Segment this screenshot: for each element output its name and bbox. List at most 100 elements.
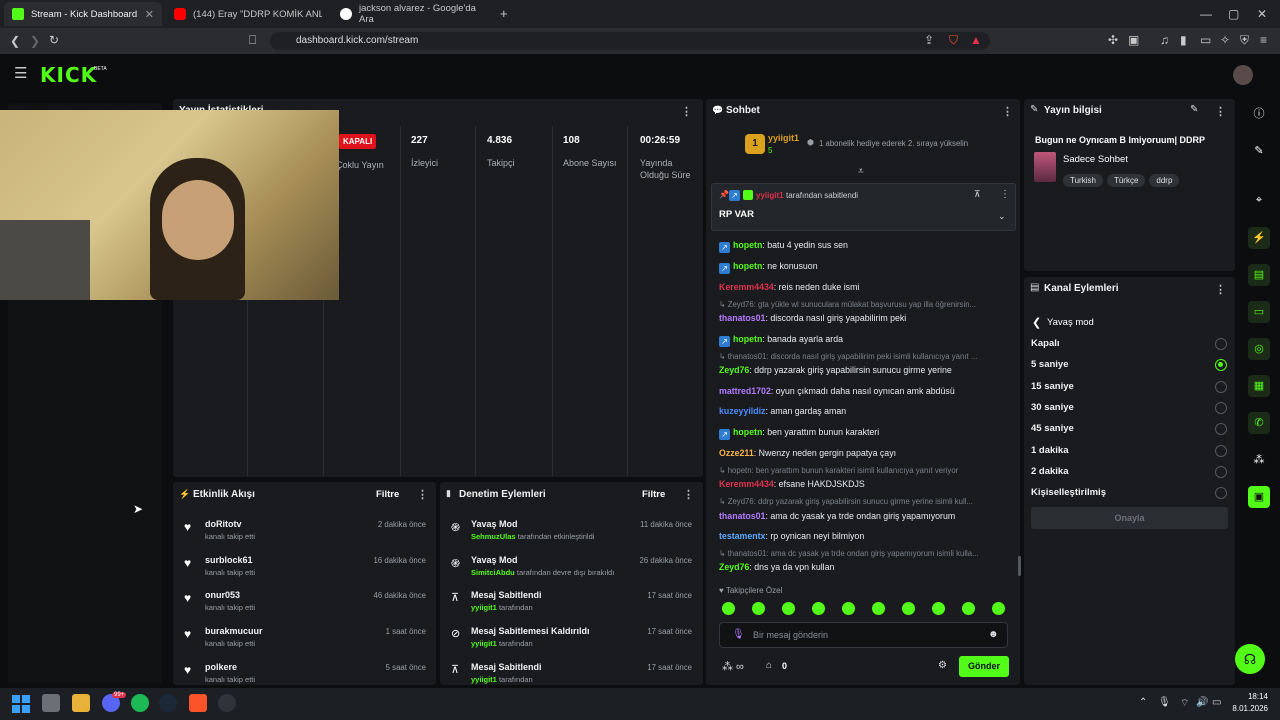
confirm-button[interactable]: Onayla — [1031, 507, 1228, 529]
battery-icon[interactable]: ▭ — [1212, 697, 1221, 708]
filter-button[interactable]: Filtre — [642, 489, 665, 500]
moderator-name[interactable]: yyiigit1 — [471, 603, 497, 612]
chat-username[interactable]: Keremm4434 — [719, 479, 774, 489]
reload-icon[interactable]: ↻ — [49, 34, 59, 46]
layout-icon[interactable]: ▦ — [1248, 375, 1270, 397]
category-name[interactable]: Sadece Sohbet — [1063, 154, 1128, 165]
radio-button[interactable] — [1215, 380, 1227, 393]
radio-button[interactable] — [1215, 487, 1227, 500]
microphone-icon[interactable]: 🎙 — [1158, 697, 1171, 708]
wrench-icon[interactable]: ✆ — [1248, 412, 1270, 434]
share-icon[interactable]: ⇪ — [924, 34, 934, 46]
note-icon[interactable]: ▤ — [1248, 264, 1270, 286]
chat-icon[interactable]: ▭ — [1248, 301, 1270, 323]
brave-shield-icon[interactable]: ⛉ — [949, 34, 958, 46]
radio-button[interactable] — [1215, 401, 1227, 414]
emote-icon[interactable] — [902, 602, 915, 615]
screenshot-icon[interactable]: ▣ — [1128, 34, 1139, 46]
slow-mode-option-label[interactable]: 5 saniye — [1031, 359, 1069, 370]
spotify-icon[interactable] — [131, 694, 149, 712]
chat-username[interactable]: Zeyd76 — [719, 365, 749, 375]
music-icon[interactable]: ♫ — [1160, 34, 1169, 46]
brave-icon[interactable] — [189, 694, 207, 712]
tag[interactable]: ddrp — [1149, 174, 1180, 187]
kick-logo[interactable]: KICK — [40, 63, 97, 87]
slow-mode-option-label[interactable]: 45 saniye — [1031, 423, 1074, 434]
emote-icon[interactable] — [782, 602, 795, 615]
extensions-icon[interactable]: ✣ — [1108, 34, 1118, 46]
radio-button[interactable] — [1215, 338, 1227, 350]
chat-username[interactable]: hopetn — [733, 334, 762, 344]
chat-username[interactable]: mattred1702 — [719, 386, 771, 396]
chat-username[interactable]: thanatos01 — [719, 511, 765, 521]
broadcast-icon[interactable]: ◎ — [1248, 338, 1270, 360]
brave-rewards-icon[interactable]: ▲ — [970, 34, 982, 46]
chat-username[interactable]: thanatos01 — [719, 313, 765, 323]
volume-icon[interactable]: 🔊 — [1196, 697, 1208, 708]
slow-mode-option-label[interactable]: 1 dakika — [1031, 445, 1069, 456]
chat-username[interactable]: Keremm4434 — [719, 282, 774, 292]
chat-username[interactable]: kuzeyyildiz — [719, 406, 765, 416]
new-tab-button[interactable]: + — [500, 7, 508, 20]
collapse-icon[interactable]: ⩡ — [858, 166, 864, 177]
pen-icon[interactable]: ✎ — [1248, 140, 1270, 162]
tag[interactable]: Türkçe — [1106, 174, 1146, 187]
chat-username[interactable]: Zeyd76 — [719, 562, 749, 572]
wifi-icon[interactable]: ⌔ — [1180, 697, 1189, 710]
emote-icon[interactable] — [962, 602, 975, 615]
emote-icon[interactable] — [812, 602, 825, 615]
app-icon[interactable] — [218, 694, 236, 712]
task-view-icon[interactable] — [42, 694, 60, 712]
chat-input[interactable]: 🎙 Bir mesaj gönderin ☻ — [719, 622, 1008, 648]
more-options-icon[interactable]: ⋮ — [1215, 105, 1226, 118]
forward-icon[interactable]: ❯ — [30, 35, 40, 47]
steam-icon[interactable] — [159, 694, 177, 712]
tab-kick-dashboard[interactable]: Stream - Kick Dashboard ✕ — [4, 2, 162, 26]
lightning-icon[interactable]: ⚡ — [1248, 227, 1270, 249]
slow-mode-option-label[interactable]: 15 saniye — [1031, 381, 1074, 392]
gift-box-icon[interactable]: ⌂ — [766, 660, 772, 671]
tab-youtube[interactable]: (144) Eray "DDRP KOMİK ANLAR 11. — [166, 2, 330, 26]
moderator-name[interactable]: yyiigit1 — [471, 639, 497, 648]
minimize-button[interactable]: — — [1200, 8, 1212, 20]
slow-mode-option-label[interactable]: Kapalı — [1031, 338, 1060, 349]
bookmark-icon[interactable]: ⎕ — [249, 34, 256, 46]
game-icon[interactable]: ▣ — [1248, 486, 1270, 508]
emote-icon[interactable] — [722, 602, 735, 615]
url-field[interactable]: dashboard.kick.com/stream — [270, 32, 990, 50]
chat-settings-icon[interactable]: ⚙ — [938, 660, 947, 671]
pinned-message[interactable]: 📌 ↗ yyiigit1 tarafından sabitlendi ⊼ ⋮ R… — [711, 183, 1016, 231]
close-window-button[interactable]: ✕ — [1257, 8, 1267, 20]
chat-username[interactable]: hopetn — [733, 240, 762, 250]
more-options-icon[interactable]: ⋮ — [1002, 105, 1013, 118]
tab-google[interactable]: jackson alvarez - Google'da Ara — [332, 2, 496, 26]
windows-start-icon[interactable] — [12, 695, 30, 713]
chevron-up-icon[interactable]: ⌃ — [1139, 697, 1147, 708]
menu-icon[interactable]: ≡ — [1260, 34, 1267, 46]
emote-icon[interactable] — [842, 602, 855, 615]
close-tab-icon[interactable]: ✕ — [145, 8, 154, 21]
chat-username[interactable]: hopetn — [733, 427, 762, 437]
avatar[interactable] — [1233, 65, 1253, 85]
top-gifter-name[interactable]: yyiigit1 — [768, 133, 799, 143]
edit-icon[interactable]: ✎ — [1190, 104, 1198, 115]
send-button[interactable]: Gönder — [959, 656, 1009, 677]
moderator-name[interactable]: yyiigit1 — [471, 675, 497, 684]
moderator-name[interactable]: SehmuzUlas — [471, 532, 516, 541]
sidebar-icon[interactable]: ▮ — [1180, 34, 1187, 46]
maximize-button[interactable]: ▢ — [1228, 8, 1239, 20]
hamburger-menu-icon[interactable]: ☰ — [14, 66, 27, 81]
users-icon[interactable]: ⁂ — [1248, 449, 1270, 471]
more-options-icon[interactable]: ⋮ — [417, 488, 428, 501]
tag[interactable]: Turkish — [1063, 174, 1103, 187]
leo-icon[interactable]: ✧ — [1220, 34, 1230, 46]
chat-username[interactable]: Ozze211 — [719, 448, 754, 458]
microphone-icon[interactable]: 🎙 — [732, 629, 745, 640]
focus-icon[interactable]: ⌖ — [1248, 189, 1270, 211]
moderator-name[interactable]: SimitciAbdu — [471, 568, 515, 577]
support-headset-icon[interactable]: ☊ — [1235, 644, 1265, 674]
chat-username[interactable]: hopetn — [733, 261, 762, 271]
slow-mode-option-label[interactable]: 2 dakika — [1031, 466, 1069, 477]
more-options-icon[interactable]: ⋮ — [683, 488, 694, 501]
slow-mode-option-label[interactable]: 30 saniye — [1031, 402, 1074, 413]
